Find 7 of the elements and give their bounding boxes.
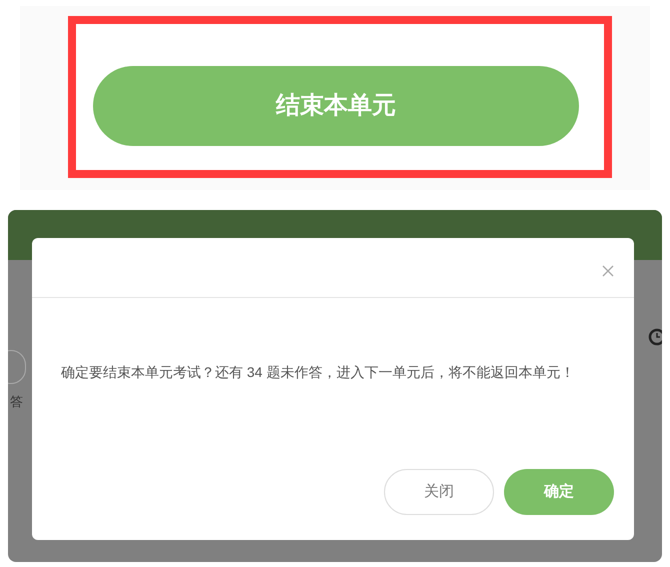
- close-button[interactable]: 关闭: [384, 469, 494, 515]
- close-icon[interactable]: [602, 265, 614, 277]
- end-unit-button[interactable]: 结束本单元: [93, 66, 579, 146]
- partial-label: 答: [10, 393, 23, 411]
- dialog-message: 确定要结束本单元考试？还有 34 题未作答，进入下一单元后，将不能返回本单元！: [61, 363, 576, 382]
- confirm-button[interactable]: 确定: [504, 469, 614, 515]
- clock-icon: [648, 328, 662, 346]
